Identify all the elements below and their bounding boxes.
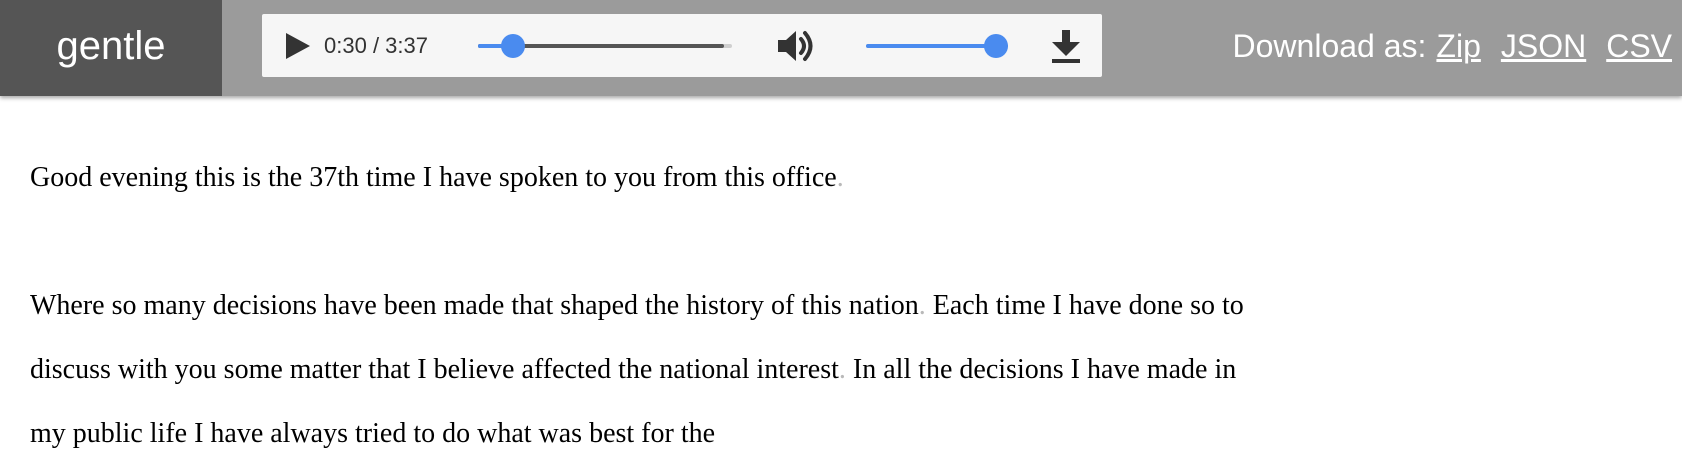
sentence-end-marker: . <box>838 354 846 385</box>
download-csv-link[interactable]: CSV <box>1606 28 1672 64</box>
transcript-sentence: Good evening this is the 37th time I hav… <box>30 162 837 193</box>
download-icon <box>1052 30 1080 63</box>
download-options: Download as: Zip JSON CSV <box>1233 0 1672 92</box>
sentence-end-marker: . <box>836 162 844 193</box>
sentence-end-marker: . <box>918 290 926 321</box>
download-json-link[interactable]: JSON <box>1501 28 1586 64</box>
download-zip-link[interactable]: Zip <box>1436 28 1480 64</box>
download-button[interactable] <box>1050 28 1082 64</box>
duration: 3:37 <box>385 33 428 58</box>
top-bar: gentle 0:30 / 3:37 Download as: Zip JSON… <box>0 0 1682 96</box>
mute-button[interactable] <box>776 28 816 64</box>
time-separator: / <box>366 33 386 58</box>
download-label: Download as: <box>1232 28 1427 64</box>
play-icon <box>286 33 310 59</box>
transcript-sentence: Where so many decisions have been made t… <box>30 290 919 321</box>
seek-slider[interactable] <box>478 34 732 58</box>
transcript-paragraph: Good evening this is the 37th time I hav… <box>30 146 1250 210</box>
volume-slider[interactable] <box>866 34 1008 58</box>
seek-thumb[interactable] <box>501 34 526 58</box>
play-button[interactable] <box>282 31 314 61</box>
audio-player: 0:30 / 3:37 <box>262 14 1102 77</box>
brand-logo: gentle <box>0 0 222 96</box>
transcript-paragraph: Where so many decisions have been made t… <box>30 274 1250 466</box>
time-display: 0:30 / 3:37 <box>324 14 428 77</box>
speaker-icon <box>778 31 813 61</box>
volume-thumb[interactable] <box>984 34 1008 58</box>
transcript: Good evening this is the 37th time I hav… <box>30 146 1250 466</box>
current-time: 0:30 <box>324 33 367 58</box>
